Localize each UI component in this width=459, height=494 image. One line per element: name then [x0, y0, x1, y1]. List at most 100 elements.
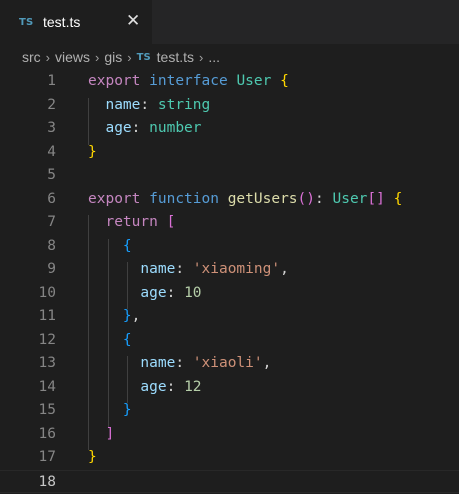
line-number: 7: [0, 211, 56, 235]
code-token: name: [140, 355, 175, 371]
code-token: function: [149, 191, 219, 207]
code-token: age: [105, 120, 131, 136]
line-number: 10: [0, 282, 56, 306]
code-token: age: [140, 379, 166, 395]
chevron-right-icon: ›: [46, 50, 50, 65]
code-token: interface: [149, 73, 228, 89]
line-number: 9: [0, 258, 56, 282]
code-text: ]: [88, 423, 114, 447]
code-line[interactable]: 2 name: string: [0, 94, 459, 118]
tab-title: test.ts: [43, 14, 80, 30]
code-token: 'xiaoli': [193, 355, 263, 371]
code-token: [140, 191, 149, 207]
code-token: 'xiaoming': [193, 261, 280, 277]
line-number: 14: [0, 376, 56, 400]
code-token: ,: [263, 355, 272, 371]
code-token: [88, 379, 140, 395]
code-line[interactable]: 7 return [: [0, 211, 459, 235]
code-editor[interactable]: 1export interface User {2 name: string3 …: [0, 70, 459, 492]
chevron-right-icon: ›: [95, 50, 99, 65]
code-token: [88, 238, 123, 254]
code-token: [88, 214, 105, 230]
code-token: :: [140, 97, 157, 113]
code-token: name: [140, 261, 175, 277]
line-number: 8: [0, 235, 56, 259]
code-line[interactable]: 1 export interface User {: [0, 70, 459, 94]
typescript-file-icon: TS: [137, 52, 151, 63]
code-token: User: [332, 191, 367, 207]
line-number: 2: [0, 94, 56, 118]
chevron-right-icon: ›: [199, 50, 203, 65]
typescript-file-icon: TS: [19, 17, 41, 28]
line-number: 13: [0, 352, 56, 376]
code-token: [88, 426, 105, 442]
code-token: string: [158, 97, 210, 113]
line-number: 1: [0, 70, 56, 94]
line-number: 5: [0, 164, 56, 188]
line-number: 15: [0, 399, 56, 423]
code-token: age: [140, 285, 166, 301]
breadcrumb-item-views[interactable]: views: [55, 49, 90, 65]
close-icon[interactable]: ✕: [126, 12, 140, 30]
code-token: :: [167, 379, 184, 395]
code-line[interactable]: 18: [0, 470, 459, 494]
code-line[interactable]: 13 name: 'xiaoli',: [0, 352, 459, 376]
tab-bar: TS test.ts ✕: [0, 0, 459, 44]
breadcrumb-item-gis[interactable]: gis: [104, 49, 122, 65]
code-line[interactable]: 14 age: 12: [0, 376, 459, 400]
line-number: 18: [0, 471, 56, 494]
code-line[interactable]: 10 age: 10: [0, 282, 459, 306]
line-number: 12: [0, 329, 56, 353]
code-line[interactable]: 5: [0, 164, 459, 188]
code-token: [88, 332, 123, 348]
code-line[interactable]: 11 },: [0, 305, 459, 329]
code-token: [88, 261, 140, 277]
code-token: [: [167, 214, 176, 230]
code-token: :: [175, 261, 192, 277]
code-line[interactable]: 17}: [0, 446, 459, 470]
code-token: (): [298, 191, 315, 207]
code-token: [88, 355, 140, 371]
code-text: }: [88, 446, 97, 470]
line-number: 11: [0, 305, 56, 329]
code-token: {: [280, 73, 289, 89]
code-text: name: 'xiaoming',: [88, 258, 289, 282]
line-number: 6: [0, 188, 56, 212]
code-token: [140, 73, 149, 89]
code-token: return: [105, 214, 157, 230]
code-line[interactable]: 8 {: [0, 235, 459, 259]
line-number: 3: [0, 117, 56, 141]
code-token: [88, 285, 140, 301]
code-token: [158, 214, 167, 230]
chevron-right-icon: ›: [127, 50, 131, 65]
code-token: User: [236, 73, 271, 89]
breadcrumb-item-file[interactable]: test.ts: [157, 49, 194, 65]
code-token: [88, 402, 123, 418]
code-token: export: [88, 191, 140, 207]
code-token: }: [88, 144, 97, 160]
code-token: :: [132, 120, 149, 136]
code-token: export: [88, 73, 140, 89]
code-line[interactable]: 6 export function getUsers(): User[] {: [0, 188, 459, 212]
code-token: {: [123, 332, 132, 348]
code-token: :: [175, 355, 192, 371]
code-text: },: [88, 305, 140, 329]
breadcrumb-item-symbols[interactable]: ...: [208, 49, 220, 65]
code-text: age: 10: [88, 282, 202, 306]
code-line[interactable]: 16 ]: [0, 423, 459, 447]
code-token: ]: [105, 426, 114, 442]
code-token: ,: [132, 308, 141, 324]
breadcrumb-item-src[interactable]: src: [22, 49, 41, 65]
code-line[interactable]: 9 name: 'xiaoming',: [0, 258, 459, 282]
editor-tab-test-ts[interactable]: TS test.ts ✕: [0, 0, 152, 44]
code-token: name: [105, 97, 140, 113]
code-line[interactable]: 3 age: number: [0, 117, 459, 141]
code-line[interactable]: 4}: [0, 141, 459, 165]
code-text: age: number: [88, 117, 202, 141]
code-token: [385, 191, 394, 207]
code-text: name: 'xiaoli',: [88, 352, 271, 376]
code-token: 12: [184, 379, 201, 395]
code-text: export function getUsers(): User[] {: [88, 188, 402, 212]
code-line[interactable]: 12 {: [0, 329, 459, 353]
code-line[interactable]: 15 }: [0, 399, 459, 423]
